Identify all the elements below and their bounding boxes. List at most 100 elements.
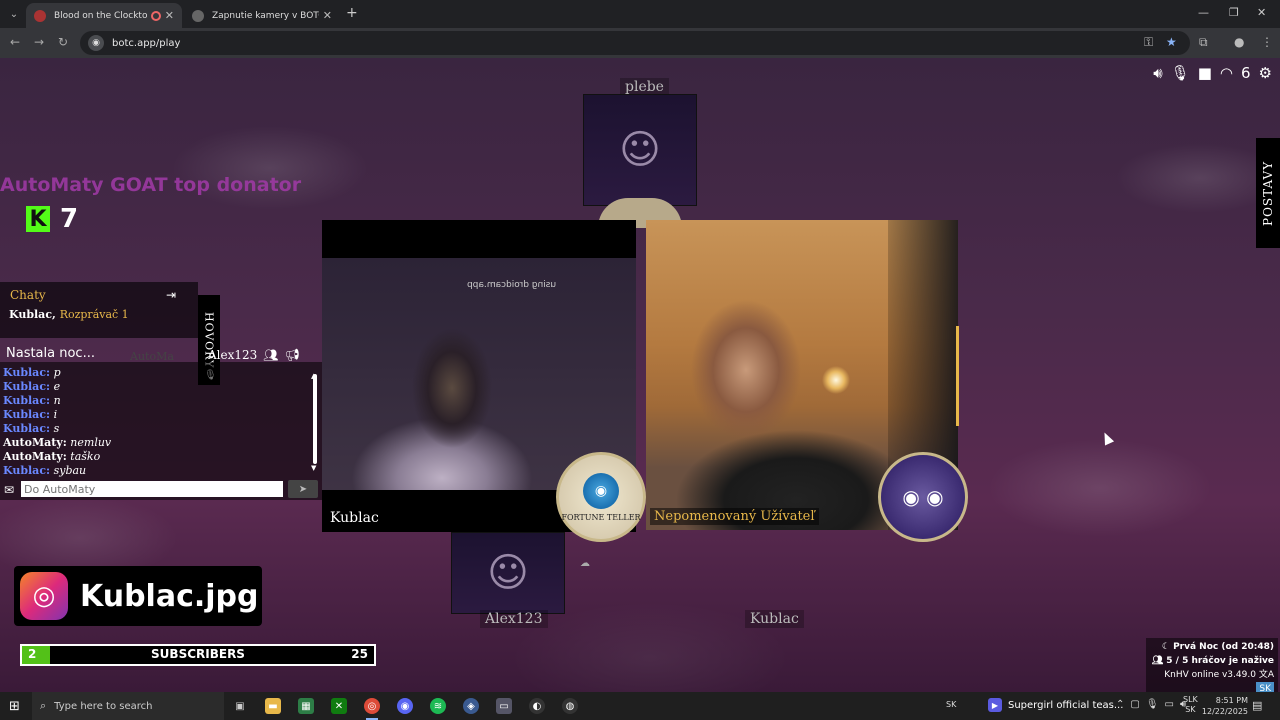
chrome-icon[interactable]: ◎ [364, 698, 380, 720]
tab-zapnutie-kamery[interactable]: Zapnutie kamery v BOTCT ✕ [184, 3, 340, 28]
token-label: FORTUNE TELLER [561, 512, 641, 522]
extensions-icon[interactable]: ⧉ [1199, 35, 1208, 50]
notifications-icon[interactable]: ▤ [1252, 699, 1262, 712]
keyboard-layout[interactable]: SLK SK [1183, 695, 1198, 715]
characters-side-tab[interactable]: POSTAVY [1256, 138, 1280, 248]
xbox-icon[interactable]: ✕ [331, 698, 347, 714]
seat-name-bottom-right: Kublac [745, 610, 804, 628]
media-widget[interactable]: ▶ Supergirl official teas... [988, 698, 1123, 712]
bookmark-star-icon[interactable]: ★ [1166, 35, 1177, 49]
scroll-down-icon[interactable]: ▼ [311, 464, 316, 472]
tab-favicon-icon [192, 9, 204, 22]
version-status: KnHV online v3.49.0 文ASK [1150, 668, 1274, 692]
tab-title: Zapnutie kamery v BOTCT [212, 10, 319, 21]
subscriber-label: SUBSCRIBERS [151, 647, 245, 661]
call-row: Alex123 👥︎ 📢︎ [208, 348, 300, 362]
back-icon[interactable]: ← [10, 35, 20, 49]
chat-subtitle: Kublac, Rozprávač 1 [9, 308, 129, 321]
chat-scrollbar[interactable] [313, 374, 317, 464]
chat-subtitle-name: Kublac, [9, 308, 56, 321]
profile-avatar-icon[interactable]: ● [1234, 35, 1244, 49]
tab-blood-on-the-clocktower[interactable]: Blood on the Clocktower O ✕ [26, 3, 182, 28]
game-status-panel: ☾ Prvá Noc (od 20:48) 👥︎ 5 / 5 hráčov je… [1146, 638, 1278, 692]
tab-search-icon[interactable]: ⌄ [4, 4, 24, 24]
browser-tabbar: ⌄ Blood on the Clocktower O ✕ Zapnutie k… [0, 0, 1280, 28]
envelope-icon: ✉ [4, 483, 15, 497]
chat-message: Kublac: i [3, 408, 58, 421]
recording-icon [150, 10, 161, 21]
language-badge[interactable]: SK [1256, 682, 1274, 692]
send-button[interactable]: ➤ [288, 480, 318, 498]
announce-icon[interactable]: 📢︎ [285, 348, 300, 362]
spotify-icon[interactable]: ≋ [430, 698, 446, 714]
address-bar[interactable]: ◉ botc.app/play [80, 31, 1190, 55]
video-name: Kublac [330, 510, 379, 526]
obs-icon[interactable]: ◐ [529, 698, 545, 714]
group-icon[interactable]: 👥︎ [263, 348, 278, 362]
tab-favicon-icon [34, 9, 46, 22]
subscriber-goal: 25 [351, 647, 368, 661]
players-status: 👥︎ 5 / 5 hráčov je nažive [1151, 656, 1274, 666]
taskbar-search[interactable]: ⌕ Type here to search [32, 692, 224, 720]
media-app-icon: ▶ [988, 698, 1002, 712]
fortune-teller-token[interactable]: ◉ FORTUNE TELLER [556, 452, 646, 542]
search-icon: ⌕ [40, 699, 47, 712]
browser-menu-icon[interactable]: ⋮ [1261, 35, 1273, 49]
tray-app-icon[interactable]: ▢ [1130, 699, 1139, 710]
exit-chat-icon[interactable]: ⇥ [166, 288, 176, 302]
tray-mic-icon[interactable]: 🎙︎ [1146, 699, 1159, 710]
kick-count: 7 [60, 204, 79, 234]
kick-follower-widget: K 7 [26, 204, 78, 234]
windows-taskbar: ⊞ ⌕ Type here to search ▣ ▬ ▦ ✕ ◎ ◉ ≋ ◈ … [0, 692, 1280, 720]
close-tab-icon[interactable]: ✕ [323, 9, 332, 22]
site-info-icon[interactable]: ◉ [88, 35, 104, 51]
task-view-icon[interactable]: ▣ [232, 698, 248, 714]
microphone-icon[interactable]: 🎙︎ [1171, 64, 1190, 82]
wifi-icon: ◠ [1219, 64, 1233, 82]
forward-icon[interactable]: → [34, 35, 44, 49]
call-user: Alex123 [208, 348, 258, 362]
close-window-icon[interactable]: ✕ [1257, 6, 1266, 19]
chat-message: Kublac: n [3, 394, 61, 407]
camera-icon[interactable]: ■ [1198, 64, 1212, 82]
kick-logo-icon: K [26, 206, 50, 232]
tray-chevron-icon[interactable]: ⌃ [1116, 699, 1124, 710]
file-explorer-icon[interactable]: ▬ [265, 698, 281, 714]
settings-gear-icon[interactable]: ⚙ [1259, 64, 1272, 82]
app-window-icon[interactable]: ▭ [496, 698, 512, 714]
eyes-icon: ◉ ◉ [902, 485, 944, 509]
input-language[interactable]: SK [946, 700, 956, 709]
chat-input-row: ✉ ➤ [0, 478, 322, 502]
chat-input[interactable] [21, 481, 283, 497]
recorder-icon[interactable]: ◍ [562, 698, 578, 714]
eyes-token[interactable]: ◉ ◉ [878, 452, 968, 542]
video-name: Nepomenovaný Užívateľ [650, 508, 819, 525]
chat-message: Kublac: e [3, 380, 61, 393]
network-icon[interactable]: ▭ [1165, 699, 1174, 710]
translate-icon[interactable]: 文A [1259, 670, 1274, 680]
clock[interactable]: 8:51 PM 12/22/2025 [1200, 695, 1248, 717]
discord-icon[interactable]: ◉ [397, 698, 413, 714]
restore-icon[interactable]: ❐ [1229, 6, 1239, 19]
connection-count: 6 [1241, 64, 1251, 82]
chat-message: Kublac: sybau [3, 464, 87, 477]
system-tray: ⌃ ▢ 🎙︎ ▭ 🔊︎ [1116, 699, 1186, 710]
clock-time: 8:51 PM [1215, 696, 1248, 705]
minimize-icon[interactable]: — [1198, 6, 1209, 19]
chat-message: AutoMaty: taško [3, 450, 101, 463]
tab-title: Blood on the Clocktower O [54, 10, 147, 21]
video-watermark: using droidcam.app [467, 280, 557, 290]
seat-marker-icon[interactable]: ☁ [580, 558, 590, 569]
chat-message: AutoMaty: nemluv [3, 436, 112, 449]
seat-portrait-bottom-left[interactable]: ☺ [451, 532, 565, 614]
reload-icon[interactable]: ↻ [58, 35, 68, 49]
close-tab-icon[interactable]: ✕ [165, 9, 174, 22]
volume-icon[interactable]: 🔊︎ [1153, 64, 1162, 82]
seat-portrait-top[interactable]: ☺ [583, 94, 697, 206]
windows-start-icon[interactable]: ⊞ [9, 699, 20, 714]
speaking-indicator [956, 326, 959, 426]
app-icon[interactable]: ◈ [463, 698, 479, 714]
password-key-icon[interactable]: ⚿ [1144, 35, 1153, 50]
store-icon[interactable]: ▦ [298, 698, 314, 714]
new-tab-button[interactable]: + [346, 5, 358, 21]
